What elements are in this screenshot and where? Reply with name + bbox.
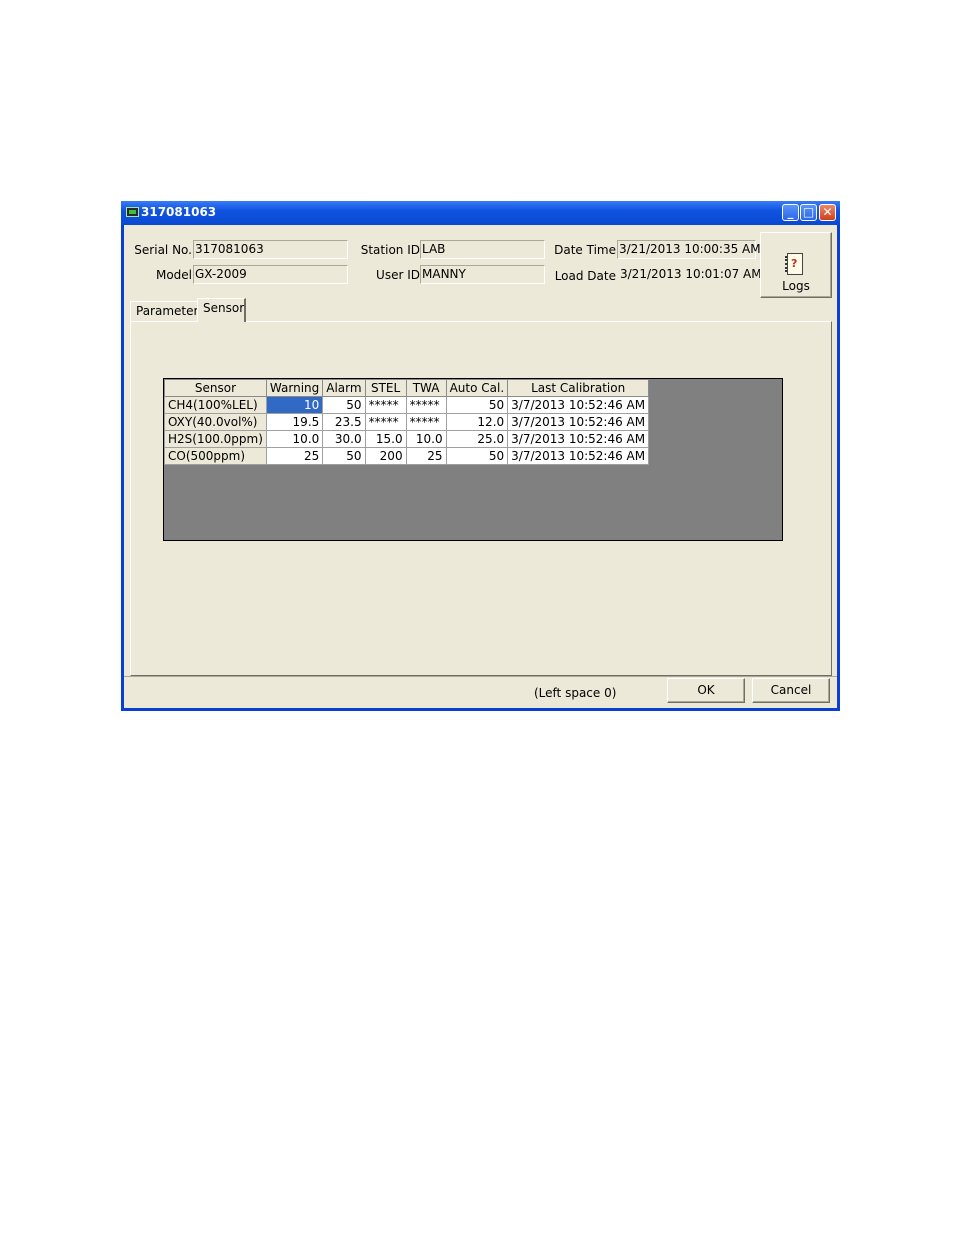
station-label: Station ID bbox=[360, 243, 420, 257]
column-header[interactable]: STEL bbox=[364, 379, 407, 397]
cancel-button[interactable]: Cancel bbox=[752, 678, 830, 703]
column-header[interactable]: TWA bbox=[405, 379, 447, 397]
table-cell[interactable]: 10.0 bbox=[405, 430, 447, 448]
table-row: CH4(100%LEL) 10 50 ***** ***** 50 3/7/20… bbox=[164, 396, 650, 414]
user-field: MANNY bbox=[420, 265, 545, 284]
window-title: 317081063 bbox=[141, 205, 217, 219]
row-header[interactable]: H2S(100.0ppm) bbox=[164, 430, 267, 448]
table-cell[interactable]: 50 bbox=[445, 447, 509, 465]
model-field: GX-2009 bbox=[193, 265, 348, 284]
table-cell[interactable]: 10.0 bbox=[265, 430, 324, 448]
column-header[interactable]: Auto Cal. bbox=[445, 379, 509, 397]
sensor-table: Sensor Warning Alarm STEL TWA Auto Cal. … bbox=[164, 379, 650, 465]
table-header-row: Sensor Warning Alarm STEL TWA Auto Cal. … bbox=[164, 379, 650, 397]
station-field: LAB bbox=[420, 240, 545, 259]
table-cell[interactable]: 19.5 bbox=[265, 413, 324, 431]
table-cell[interactable]: 25 bbox=[405, 447, 447, 465]
table-row: OXY(40.0vol%) 19.5 23.5 ***** ***** 12.0… bbox=[164, 413, 650, 431]
column-header[interactable]: Sensor bbox=[164, 379, 267, 397]
status-divider bbox=[124, 676, 837, 677]
status-text: (Left space 0) bbox=[534, 686, 617, 700]
table-cell[interactable]: 23.5 bbox=[322, 413, 366, 431]
table-cell[interactable]: 3/7/2013 10:52:46 AM bbox=[507, 413, 650, 431]
column-header[interactable]: Alarm bbox=[322, 379, 366, 397]
tab-sensor[interactable]: Sensor bbox=[197, 298, 246, 322]
column-header[interactable]: Last Calibration bbox=[507, 379, 650, 397]
maximize-icon[interactable]: □ bbox=[800, 204, 817, 221]
user-label: User ID bbox=[376, 268, 420, 282]
close-icon[interactable]: ✕ bbox=[819, 204, 836, 221]
table-cell[interactable]: 3/7/2013 10:52:46 AM bbox=[507, 430, 650, 448]
table-cell[interactable]: ***** bbox=[405, 413, 447, 431]
loaddate-value: 3/21/2013 10:01:07 AM bbox=[620, 267, 762, 281]
serial-field: 317081063 bbox=[193, 240, 348, 259]
table-cell[interactable]: 25.0 bbox=[445, 430, 509, 448]
table-cell[interactable]: 50 bbox=[445, 396, 509, 414]
table-cell[interactable]: ***** bbox=[405, 396, 447, 414]
table-cell[interactable]: 3/7/2013 10:52:46 AM bbox=[507, 447, 650, 465]
table-row: CO(500ppm) 25 50 200 25 50 3/7/2013 10:5… bbox=[164, 447, 650, 465]
notebook-icon: ? bbox=[785, 253, 803, 275]
sensor-dialog-window: 317081063 _ □ ✕ Serial No. 317081063 Mod… bbox=[121, 201, 840, 711]
row-header[interactable]: CH4(100%LEL) bbox=[164, 396, 267, 414]
datetime-label: Date Time bbox=[554, 243, 616, 257]
table-cell[interactable]: 50 bbox=[322, 396, 366, 414]
dialog-client-area: Serial No. 317081063 Model GX-2009 Stati… bbox=[124, 225, 837, 708]
minimize-icon[interactable]: _ bbox=[782, 204, 799, 221]
logs-button[interactable]: ? Logs bbox=[760, 232, 832, 298]
sensor-grid[interactable]: Sensor Warning Alarm STEL TWA Auto Cal. … bbox=[163, 378, 783, 541]
model-label: Model bbox=[155, 268, 192, 282]
tab-parameter[interactable]: Parameter bbox=[130, 301, 198, 321]
table-cell[interactable]: 12.0 bbox=[445, 413, 509, 431]
table-cell[interactable]: 30.0 bbox=[322, 430, 366, 448]
serial-label: Serial No. bbox=[134, 243, 192, 257]
loaddate-label: Load Date bbox=[554, 269, 616, 283]
table-cell[interactable]: 3/7/2013 10:52:46 AM bbox=[507, 396, 650, 414]
table-cell[interactable]: 15.0 bbox=[364, 430, 407, 448]
table-cell[interactable]: 25 bbox=[265, 447, 324, 465]
table-cell[interactable]: 200 bbox=[364, 447, 407, 465]
row-header[interactable]: OXY(40.0vol%) bbox=[164, 413, 267, 431]
table-cell-selected[interactable]: 10 bbox=[265, 396, 324, 414]
app-icon bbox=[126, 207, 139, 217]
ok-button[interactable]: OK bbox=[667, 678, 745, 703]
table-row: H2S(100.0ppm) 10.0 30.0 15.0 10.0 25.0 3… bbox=[164, 430, 650, 448]
row-header[interactable]: CO(500ppm) bbox=[164, 447, 267, 465]
datetime-field: 3/21/2013 10:00:35 AM bbox=[617, 240, 761, 259]
logs-label: Logs bbox=[782, 279, 810, 293]
table-cell[interactable]: 50 bbox=[322, 447, 366, 465]
table-cell[interactable]: ***** bbox=[364, 413, 407, 431]
table-cell[interactable]: ***** bbox=[364, 396, 407, 414]
title-bar[interactable]: 317081063 _ □ ✕ bbox=[121, 201, 840, 225]
column-header[interactable]: Warning bbox=[265, 379, 324, 397]
